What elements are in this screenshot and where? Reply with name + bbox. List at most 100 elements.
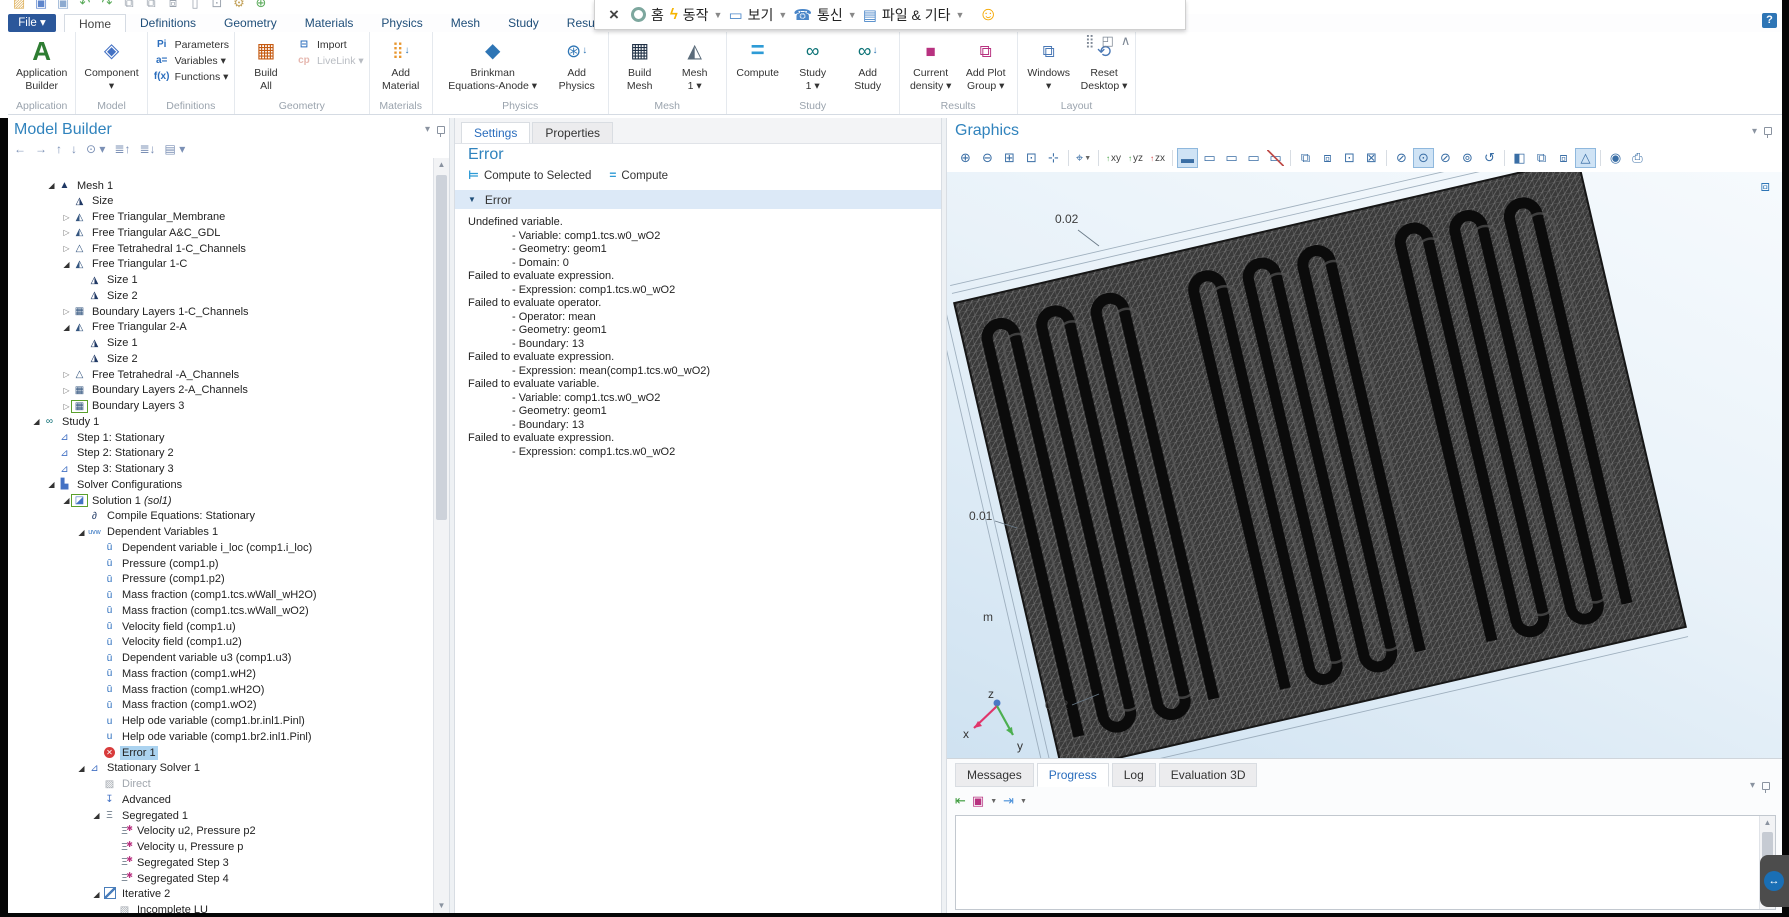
application-builder-button[interactable]: AApplicationBuilder [13, 34, 70, 99]
tree-item-size[interactable]: ◮Size [61, 194, 115, 209]
tree-item-dependent-variable-i-loc-comp1-i-loc[interactable]: ūDependent variable i_loc (comp1.i_loc) [91, 540, 314, 555]
tree-item-segregated-1[interactable]: ◢ΞSegregated 1 [91, 808, 190, 823]
compute-to-selected-button[interactable]: ⊨Compute to Selected [468, 168, 591, 182]
add-study-button[interactable]: ∞↓AddStudy [842, 34, 894, 99]
show-bounding-box-icon[interactable]: ⧈ [1553, 148, 1574, 168]
overlay-menu-[interactable]: ☎통신▼ [793, 5, 856, 25]
tree-item-mass-fraction-comp1-wh2[interactable]: ūMass fraction (comp1.wH2) [91, 666, 258, 681]
expander-open-icon[interactable]: ◢ [61, 496, 72, 505]
add-material-button[interactable]: ⣿↓AddMaterial [375, 34, 427, 99]
tree-item-free-triangular-1-c[interactable]: ◢◭Free Triangular 1-C [61, 257, 189, 272]
study-1-button[interactable]: ∞Study1 ▾ [787, 34, 839, 99]
ribbon-tab-geometry[interactable]: Geometry [210, 14, 291, 32]
scroll-up-icon[interactable]: ▲ [1760, 816, 1775, 830]
overlay-menu-[interactable]: ϟ동작▼ [670, 5, 723, 25]
functions-button[interactable]: f(x)Functions ▾ [153, 69, 229, 84]
clear-plot-icon[interactable]: ⊠ [1361, 148, 1382, 168]
nav-back-icon[interactable]: ← [14, 142, 26, 156]
tree-item-size-1[interactable]: ◮Size 1 [76, 336, 140, 351]
tree-item-help-ode-variable-comp1-br2-inl1-pinl[interactable]: uHelp ode variable (comp1.br2.inl1.Pinl) [91, 729, 314, 744]
show-axis-orientation-icon[interactable]: ▭ [1221, 148, 1242, 168]
delete-icon[interactable]: ▯ [184, 0, 206, 11]
tree-item-solver-configurations[interactable]: ◢▙Solver Configurations [46, 477, 184, 492]
build-mesh-button[interactable]: ▦BuildMesh [614, 34, 666, 99]
tree-item-error-1[interactable]: ✕Error 1 [91, 745, 158, 760]
tree-item-study-1[interactable]: ◢∞Study 1 [31, 414, 101, 429]
copy-icon[interactable]: ⧉ [118, 0, 140, 11]
add-plot-group-button[interactable]: ⧉Add PlotGroup ▾ [960, 34, 1012, 99]
ribbon-tab-materials[interactable]: Materials [291, 14, 368, 32]
expand-all-icon[interactable]: ≣↓ [139, 142, 155, 156]
tree-item-free-triangular-a-c-gdl[interactable]: ▷◭Free Triangular A&C_GDL [61, 225, 222, 240]
ribbon-tab-study[interactable]: Study [494, 14, 553, 32]
tree-item-boundary-layers-2-a-channels[interactable]: ▷▦Boundary Layers 2-A_Channels [61, 383, 250, 398]
view-zx-icon[interactable]: ↑zx [1147, 148, 1168, 168]
save-icon[interactable]: ▣ [30, 0, 52, 11]
zoom-in-icon[interactable]: ⊕ [955, 148, 976, 168]
tree-item-iterative-2[interactable]: ◢Iterative 2 [91, 887, 172, 902]
nav-forward-icon[interactable]: → [35, 142, 47, 156]
expander-closed-icon[interactable]: ▷ [61, 370, 72, 379]
zoom-find-icon[interactable]: ⊕ [250, 0, 272, 11]
tree-item-step-2-stationary-2[interactable]: ⊿Step 2: Stationary 2 [46, 446, 176, 461]
current-density-button[interactable]: ■Currentdensity ▾ [905, 34, 957, 99]
zoom-out-icon[interactable]: ⊖ [977, 148, 998, 168]
duplicate-icon[interactable]: ⧈ [162, 0, 184, 11]
tree-item-advanced[interactable]: ↧Advanced [91, 792, 173, 807]
tree-item-dependent-variables-1[interactable]: ◢uvwDependent Variables 1 [76, 525, 220, 540]
save-copy-icon[interactable]: ▣ [52, 0, 74, 11]
ribbon-tab-physics[interactable]: Physics [367, 14, 436, 32]
expander-open-icon[interactable]: ◢ [46, 480, 57, 489]
tree-item-help-ode-variable-comp1-br-inl1-pinl[interactable]: uHelp ode variable (comp1.br.inl1.Pinl) [91, 714, 307, 729]
tree-item-free-triangular-2-a[interactable]: ◢◭Free Triangular 2-A [61, 320, 189, 335]
tree-item-segregated-step-3[interactable]: Ξ✱Segregated Step 3 [106, 855, 231, 870]
expander-open-icon[interactable]: ◢ [61, 260, 72, 269]
tree-item-free-tetrahedral-1-c-channels[interactable]: ▷△Free Tetrahedral 1-C_Channels [61, 241, 248, 256]
tree-item-mass-fraction-comp1-tcs-wwall-wh2o[interactable]: ūMass fraction (comp1.tcs.wWall_wH2O) [91, 588, 319, 603]
view-yz-icon[interactable]: ↑yz [1125, 148, 1146, 168]
move-up-icon[interactable]: ↑ [56, 142, 62, 156]
tab-progress[interactable]: Progress [1037, 763, 1109, 787]
show-frame-icon[interactable]: ▭ [1243, 148, 1264, 168]
brinkman-equations-anode-button[interactable]: ◆BrinkmanEquations-Anode ▾ [438, 34, 548, 99]
view-unhide-all-icon[interactable]: ⊙ [1413, 148, 1434, 168]
expander-open-icon[interactable]: ◢ [91, 811, 102, 820]
tree-item-mass-fraction-comp1-tcs-wwall-wo2[interactable]: ūMass fraction (comp1.tcs.wWall_wO2) [91, 603, 311, 618]
expander-open-icon[interactable]: ◢ [76, 764, 87, 773]
error-section-header[interactable]: ▼ Error [455, 190, 941, 209]
zoom-selected-icon[interactable]: ⊹ [1043, 148, 1064, 168]
zoom-box-icon[interactable]: ⊞ [999, 148, 1020, 168]
mesh-1-button[interactable]: ◭Mesh1 ▾ [669, 34, 721, 99]
reset-rotation-icon[interactable]: ↺ [1479, 148, 1500, 168]
tree-item-step-1-stationary[interactable]: ⊿Step 1: Stationary [46, 430, 166, 445]
tree-item-incomplete-lu[interactable]: ▧Incomplete LU [106, 903, 210, 914]
show-mesh-icon[interactable]: △ [1575, 148, 1596, 168]
close-icon[interactable]: × [603, 5, 625, 25]
tree-item-velocity-field-comp1-u[interactable]: ūVelocity field (comp1.u) [91, 619, 238, 634]
hide-entities-icon[interactable]: ⊘ [1391, 148, 1412, 168]
tree-item-mass-fraction-comp1-wo2[interactable]: ūMass fraction (comp1.wO2) [91, 698, 258, 713]
tree-item-direct[interactable]: ▨Direct [91, 777, 153, 792]
expander-closed-icon[interactable]: ▷ [61, 213, 72, 222]
select-box-icon[interactable]: ⊡ [1339, 148, 1360, 168]
expander-open-icon[interactable]: ◢ [91, 890, 102, 899]
expander-closed-icon[interactable]: ▷ [61, 228, 72, 237]
tree-item-size-2[interactable]: ◮Size 2 [76, 288, 140, 303]
graphics-canvas[interactable]: zxy 0.02 0.01 m 0.02 ⧈ [947, 172, 1782, 758]
tree-scrollbar[interactable]: ▲ ▼ [433, 158, 449, 913]
show-grid-icon[interactable]: ▭ [1199, 148, 1220, 168]
select-icon[interactable]: ⊡ [206, 0, 228, 11]
tree-item-compile-equations-stationary[interactable]: ∂Compile Equations: Stationary [76, 509, 257, 524]
print-icon[interactable]: ⎙ [1627, 148, 1648, 168]
panel-menu-icon[interactable]: ▾ [1750, 780, 1755, 791]
tree-item-stationary-solver-1[interactable]: ◢⊿Stationary Solver 1 [76, 761, 202, 776]
expander-closed-icon[interactable]: ▷ [61, 307, 72, 316]
tree-item-mass-fraction-comp1-wh2o[interactable]: ūMass fraction (comp1.wH2O) [91, 682, 266, 697]
compute-button[interactable]: =Compute [732, 34, 784, 99]
compute-button[interactable]: =Compute [609, 168, 668, 182]
tree-item-free-triangular-membrane[interactable]: ▷◭Free Triangular_Membrane [61, 210, 227, 225]
tree-item-step-3-stationary-3[interactable]: ⊿Step 3: Stationary 3 [46, 462, 176, 477]
view-reset-hiding-icon[interactable]: ⊚ [1457, 148, 1478, 168]
scroll-up-icon[interactable]: ▲ [434, 158, 449, 172]
expander-open-icon[interactable]: ◢ [31, 417, 42, 426]
